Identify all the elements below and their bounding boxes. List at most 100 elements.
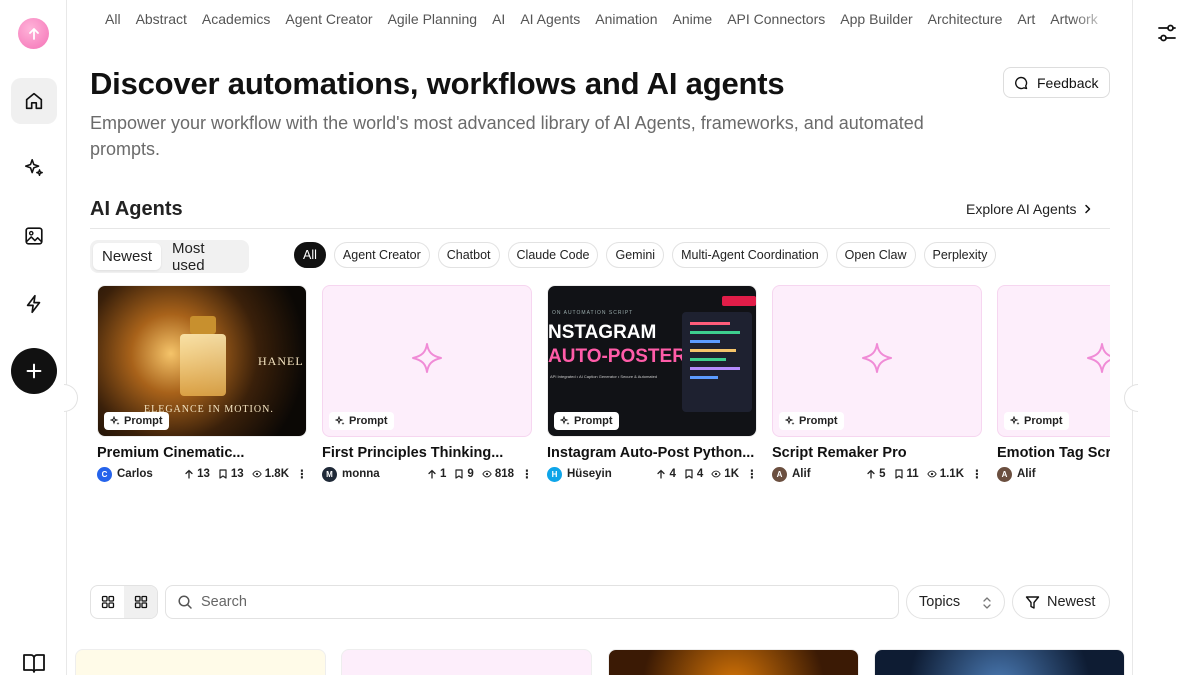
category-agent-creator[interactable]: Agent Creator xyxy=(285,11,372,27)
category-abstract[interactable]: Abstract xyxy=(136,11,187,27)
image-button[interactable] xyxy=(11,213,57,259)
card-thumbnail[interactable]: ON AUTOMATION SCRIPT NSTAGRAM AUTO-POSTER A… xyxy=(547,285,757,437)
sliders-icon[interactable] xyxy=(1156,22,1178,44)
automation-button[interactable] xyxy=(11,281,57,327)
category-ai-agents[interactable]: AI Agents xyxy=(520,11,580,27)
compact-view-button[interactable] xyxy=(124,586,157,618)
lightning-icon xyxy=(26,294,41,314)
gallery-card[interactable] xyxy=(608,649,859,675)
save-stat[interactable]: 4 xyxy=(684,468,703,480)
author-name[interactable]: Alif xyxy=(792,468,811,480)
view-count: 1.1K xyxy=(939,468,964,480)
agent-card[interactable]: HANEL ELEGANCE IN MOTION. Prompt Premium Ci… xyxy=(97,285,308,482)
agent-card[interactable]: Prompt Script Remaker Pro A Alif 5 11 1.1K ⋮ xyxy=(772,285,983,482)
category-architecture[interactable]: Architecture xyxy=(928,11,1003,27)
bookmark-icon xyxy=(685,469,693,479)
more-options-icon[interactable]: ⋮ xyxy=(521,467,533,481)
chip-agent-creator[interactable]: Agent Creator xyxy=(333,242,430,268)
view-stat: 1K xyxy=(711,468,739,480)
chip-multi-agent-coordination[interactable]: Multi-Agent Coordination xyxy=(672,242,828,268)
category-all[interactable]: All xyxy=(105,11,121,27)
upvote-stat[interactable]: 1 xyxy=(427,468,446,480)
agent-card[interactable]: Prompt First Principles Thinking... Mmonna… xyxy=(322,285,533,482)
category-animation[interactable]: Animation xyxy=(595,11,657,27)
category-app-builder[interactable]: App Builder xyxy=(840,11,912,27)
home-icon xyxy=(25,92,43,110)
card-title[interactable]: Emotion Tag Script xyxy=(997,445,1110,461)
perfume-bottle xyxy=(180,334,226,396)
upvote-count: 13 xyxy=(197,468,210,480)
more-options-icon[interactable]: ⋮ xyxy=(971,467,983,481)
grid-view-button[interactable] xyxy=(91,586,124,618)
author-name[interactable]: Hüseyin xyxy=(567,468,612,480)
sparkles-small-icon xyxy=(335,416,345,425)
feedback-button[interactable]: Feedback xyxy=(1003,67,1110,98)
chip-claude-code[interactable]: Claude Code xyxy=(507,242,599,268)
agent-card[interactable]: ON AUTOMATION SCRIPT NSTAGRAM AUTO-POSTER A… xyxy=(547,285,758,482)
topics-select[interactable]: Topics xyxy=(906,585,1005,619)
category-agile-planning[interactable]: Agile Planning xyxy=(388,11,478,27)
author-name[interactable]: Alif xyxy=(1017,468,1036,480)
search-input[interactable] xyxy=(201,594,881,610)
category-ai[interactable]: AI xyxy=(492,11,505,27)
gallery-card[interactable] xyxy=(75,649,326,675)
card-title[interactable]: Instagram Auto-Post Python... xyxy=(547,445,757,461)
upvote-stat[interactable]: 13 xyxy=(184,468,210,480)
category-art[interactable]: Art xyxy=(1017,11,1035,27)
sort-newest-button[interactable]: Newest xyxy=(1012,585,1110,619)
more-options-icon[interactable]: ⋮ xyxy=(746,467,758,481)
chip-open-claw[interactable]: Open Claw xyxy=(835,242,916,268)
bookmark-icon xyxy=(894,469,903,479)
upvote-count: 1 xyxy=(440,468,447,480)
gallery-card[interactable] xyxy=(341,649,592,675)
logo-icon[interactable] xyxy=(18,18,49,49)
sidebar xyxy=(0,0,67,675)
card-title[interactable]: Premium Cinematic... xyxy=(97,445,307,461)
section-title: AI Agents xyxy=(90,198,183,220)
card-meta: AAlif4 xyxy=(997,466,1110,482)
message-icon xyxy=(1015,76,1028,89)
sort-label: Newest xyxy=(1047,594,1096,610)
card-thumbnail[interactable]: HANEL ELEGANCE IN MOTION. Prompt xyxy=(97,285,307,437)
category-anime[interactable]: Anime xyxy=(673,11,713,27)
eye-icon xyxy=(482,470,492,478)
card-title[interactable]: First Principles Thinking... xyxy=(322,445,532,461)
author-name[interactable]: monna xyxy=(342,468,380,480)
sort-newest[interactable]: Newest xyxy=(93,243,162,270)
category-academics[interactable]: Academics xyxy=(202,11,270,27)
save-stat[interactable]: 9 xyxy=(454,468,474,480)
explore-agents-link[interactable]: Explore AI Agents xyxy=(966,201,1093,217)
funnel-icon xyxy=(1025,595,1040,609)
home-button[interactable] xyxy=(11,78,57,124)
save-stat[interactable]: 13 xyxy=(218,468,244,480)
sparkles-button[interactable] xyxy=(11,145,57,191)
save-count: 9 xyxy=(467,468,474,480)
agent-card[interactable]: Prompt Emotion Tag Script AAlif4 xyxy=(997,285,1110,482)
category-api-connectors[interactable]: API Connectors xyxy=(727,11,825,27)
sparkles-small-icon xyxy=(785,416,795,425)
upvote-stat[interactable]: 5 xyxy=(866,468,886,480)
thumb-line1: NSTAGRAM xyxy=(548,322,657,343)
upvote-stat[interactable]: 4 xyxy=(656,468,676,480)
chip-gemini[interactable]: Gemini xyxy=(606,242,665,268)
card-thumbnail[interactable]: Prompt xyxy=(772,285,982,437)
view-stat: 1.1K xyxy=(927,468,964,480)
author-name[interactable]: Carlos xyxy=(117,468,153,480)
card-title[interactable]: Script Remaker Pro xyxy=(772,445,982,461)
chip-chatbot[interactable]: Chatbot xyxy=(437,242,500,268)
chip-perplexity[interactable]: Perplexity xyxy=(923,242,997,268)
sparkles-icon xyxy=(24,158,43,177)
gallery-card[interactable] xyxy=(874,649,1125,675)
page-title: Discover automations, workflows and AI a… xyxy=(90,66,785,101)
card-thumbnail[interactable]: Prompt xyxy=(322,285,532,437)
chip-all[interactable]: All xyxy=(294,242,326,268)
sort-most-used[interactable]: Most used xyxy=(163,240,246,274)
carousel-next-button[interactable] xyxy=(1124,384,1138,412)
save-stat[interactable]: 11 xyxy=(894,468,919,480)
book-icon[interactable] xyxy=(22,652,46,674)
carousel-prev-button[interactable] xyxy=(64,384,78,412)
more-options-icon[interactable]: ⋮ xyxy=(296,467,308,481)
create-button[interactable] xyxy=(11,348,57,394)
card-thumbnail[interactable]: Prompt xyxy=(997,285,1110,437)
save-count: 11 xyxy=(906,468,919,480)
